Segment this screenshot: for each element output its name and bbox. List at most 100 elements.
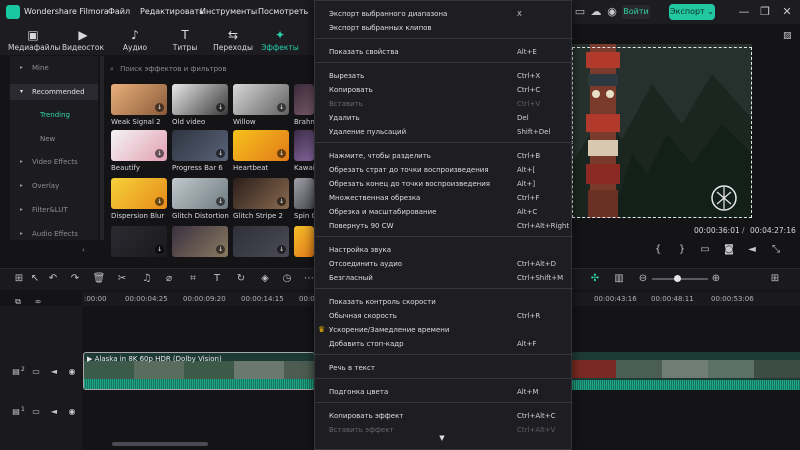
video-clip-continued[interactable] [572, 352, 800, 390]
menu-scroll-down-icon[interactable]: ▼ [437, 434, 447, 442]
cloud-upload-icon[interactable]: ☁ [589, 5, 603, 19]
collapse-arrow-icon[interactable]: ‹ [82, 246, 92, 256]
menu-item[interactable]: Экспорт выбранного диапазона X [329, 7, 565, 21]
menu-item[interactable]: Обрезать страт до точки воспроизведения A… [329, 163, 565, 177]
sidebar-item-video-effects[interactable]: ▸ Video Effects [10, 154, 98, 170]
menu-item[interactable]: Обычная скорость Ctrl+R [329, 309, 565, 323]
effect-thumbnail[interactable]: ↓ [172, 84, 228, 115]
sidebar-item-overlay[interactable]: ▸ Overlay [10, 178, 98, 194]
display-icon[interactable]: ▭ [698, 243, 712, 257]
tab-transition[interactable]: ⇆ Переходы [208, 28, 258, 52]
menu-item[interactable]: Удаление пульсаций Shift+Del [329, 125, 565, 139]
sidebar-item-mine[interactable]: ▸ Mine [10, 60, 98, 76]
fullscreen-icon[interactable]: ⤡ [769, 243, 783, 257]
crop-icon[interactable]: ⌗ [186, 272, 200, 286]
snapshot-icon[interactable]: ▨ [783, 31, 795, 41]
undo-icon[interactable]: ↶ [46, 272, 60, 286]
menu-item[interactable]: Экспорт выбранных клипов [329, 21, 565, 35]
menu-item[interactable]: Подгонка цвета Alt+M [329, 385, 565, 399]
menu-tools[interactable]: Инструменты [200, 7, 257, 16]
layout-grid-icon[interactable]: ⊞ [12, 272, 26, 286]
timeline-grid-icon[interactable]: ⊞ [768, 272, 782, 286]
download-icon[interactable]: ↓ [216, 103, 225, 112]
login-button[interactable]: Войти [622, 5, 650, 19]
menu-item[interactable]: Безгласный Ctrl+Shift+M [329, 271, 565, 285]
menu-view[interactable]: Посмотреть [258, 7, 308, 16]
speed-icon[interactable]: ◷ [280, 272, 294, 286]
menu-item[interactable]: Вставить эффект Ctrl+Alt+V [329, 423, 565, 437]
menu-item[interactable]: Показать контроль скорости [329, 295, 565, 309]
menu-item[interactable]: Копировать эффект Ctrl+Alt+C [329, 409, 565, 423]
effect-thumbnail[interactable]: ↓ [111, 226, 167, 257]
ai-icon[interactable]: ◈ [258, 272, 272, 286]
tab-title[interactable]: T Титры [160, 28, 210, 52]
sidebar-scrollbar[interactable] [100, 56, 104, 240]
menu-item[interactable]: Повернуть 90 CW Ctrl+Alt+Right [329, 219, 569, 233]
sidebar-item-filter-lut[interactable]: ▸ Filter&LUT [10, 202, 98, 218]
zoom-out-icon[interactable]: ⊖ [636, 272, 650, 286]
text-icon[interactable]: T [210, 272, 224, 286]
effect-thumbnail[interactable]: ↓ [233, 226, 289, 257]
eye-icon[interactable]: ◉ [66, 366, 78, 378]
download-icon[interactable]: ↓ [216, 197, 225, 206]
menu-item[interactable]: ♛ Ускорение/Замедление времени [318, 323, 565, 337]
rotate-icon[interactable]: ↻ [234, 272, 248, 286]
download-icon[interactable]: ↓ [155, 103, 164, 112]
mark-in-icon[interactable]: { [651, 243, 665, 257]
menu-item[interactable]: Удалить Del [329, 111, 565, 125]
volume-icon[interactable]: ◄ [745, 243, 759, 257]
effect-thumbnail[interactable]: ↓ [111, 84, 167, 115]
audio-icon[interactable]: ♫ [140, 272, 154, 286]
ai-audio-icon[interactable]: ✣ [588, 272, 602, 286]
camera-icon[interactable]: ◙ [722, 243, 736, 257]
sidebar-subitem-new[interactable]: New [10, 131, 98, 147]
download-icon[interactable]: ↓ [277, 103, 286, 112]
menu-item[interactable]: Нажмите, чтобы разделить Ctrl+B [329, 149, 565, 163]
effect-thumbnail[interactable]: ↓ [172, 178, 228, 209]
menu-item[interactable]: Обрезать конец до точки воспроизведения A… [329, 177, 565, 191]
mark-out-icon[interactable]: } [675, 243, 689, 257]
minimize-icon[interactable]: — [737, 5, 751, 19]
sidebar-item-audio-effects[interactable]: ▸ Audio Effects [10, 226, 98, 242]
effect-thumbnail[interactable]: ↓ [172, 130, 228, 161]
menu-item[interactable]: Множественная обрезка Ctrl+F [329, 191, 565, 205]
delete-icon[interactable]: 🗑 [92, 272, 106, 286]
sidebar-subitem-trending[interactable]: Trending [10, 107, 98, 123]
link-icon[interactable]: ∞ [32, 296, 44, 308]
zoom-in-icon[interactable]: ⊕ [709, 272, 723, 286]
menu-item[interactable]: Обрезка и масштабирование Alt+C [329, 205, 565, 219]
close-icon[interactable]: ✕ [780, 5, 794, 19]
effect-thumbnail[interactable]: ↓ [233, 130, 289, 161]
export-button[interactable]: Экспорт ⌄ [669, 4, 715, 20]
download-icon[interactable]: ↓ [155, 149, 164, 158]
tab-media[interactable]: ▣ Медиафайлы [8, 28, 60, 52]
effect-thumbnail[interactable] [294, 226, 314, 257]
menu-file[interactable]: Файл [108, 7, 130, 16]
tab-stock-video[interactable]: ▶ Видеосток [58, 28, 108, 52]
download-icon[interactable]: ↓ [277, 197, 286, 206]
download-icon[interactable]: ↓ [216, 149, 225, 158]
menu-item[interactable]: Вставить Ctrl+V [329, 97, 565, 111]
preview-selection-frame[interactable] [572, 47, 752, 218]
menu-item[interactable]: Копировать Ctrl+C [329, 83, 565, 97]
menu-item[interactable]: Добавить стоп-кадр Alt+F [329, 337, 565, 351]
effect-thumbnail[interactable] [294, 178, 314, 209]
download-icon[interactable]: ↓ [277, 245, 286, 254]
effect-thumbnail[interactable]: ↓ [172, 226, 228, 257]
search-input[interactable]: Поиск эффектов и фильтров [120, 65, 226, 73]
tab-effects[interactable]: ✦ Эффекты [255, 28, 305, 52]
sidebar-item-recommended[interactable]: ▾ Recommended [10, 84, 98, 100]
download-icon[interactable]: ↓ [277, 149, 286, 158]
redo-icon[interactable]: ↷ [68, 272, 82, 286]
effects-search[interactable]: ⌕ Поиск эффектов и фильтров [110, 62, 314, 76]
folder-icon[interactable]: ▭ [30, 366, 42, 378]
download-icon[interactable]: ↓ [216, 245, 225, 254]
menu-item[interactable]: Вырезать Ctrl+X [329, 69, 565, 83]
menu-item[interactable]: Отсоединить аудио Ctrl+Alt+D [329, 257, 565, 271]
eye-icon[interactable]: ◉ [66, 406, 78, 418]
effect-thumbnail[interactable] [294, 84, 314, 115]
account-icon[interactable]: ◉ [605, 5, 619, 19]
effect-thumbnail[interactable]: ↓ [111, 130, 167, 161]
download-icon[interactable]: ↓ [155, 245, 164, 254]
tag-icon[interactable]: ⌀ [162, 272, 176, 286]
